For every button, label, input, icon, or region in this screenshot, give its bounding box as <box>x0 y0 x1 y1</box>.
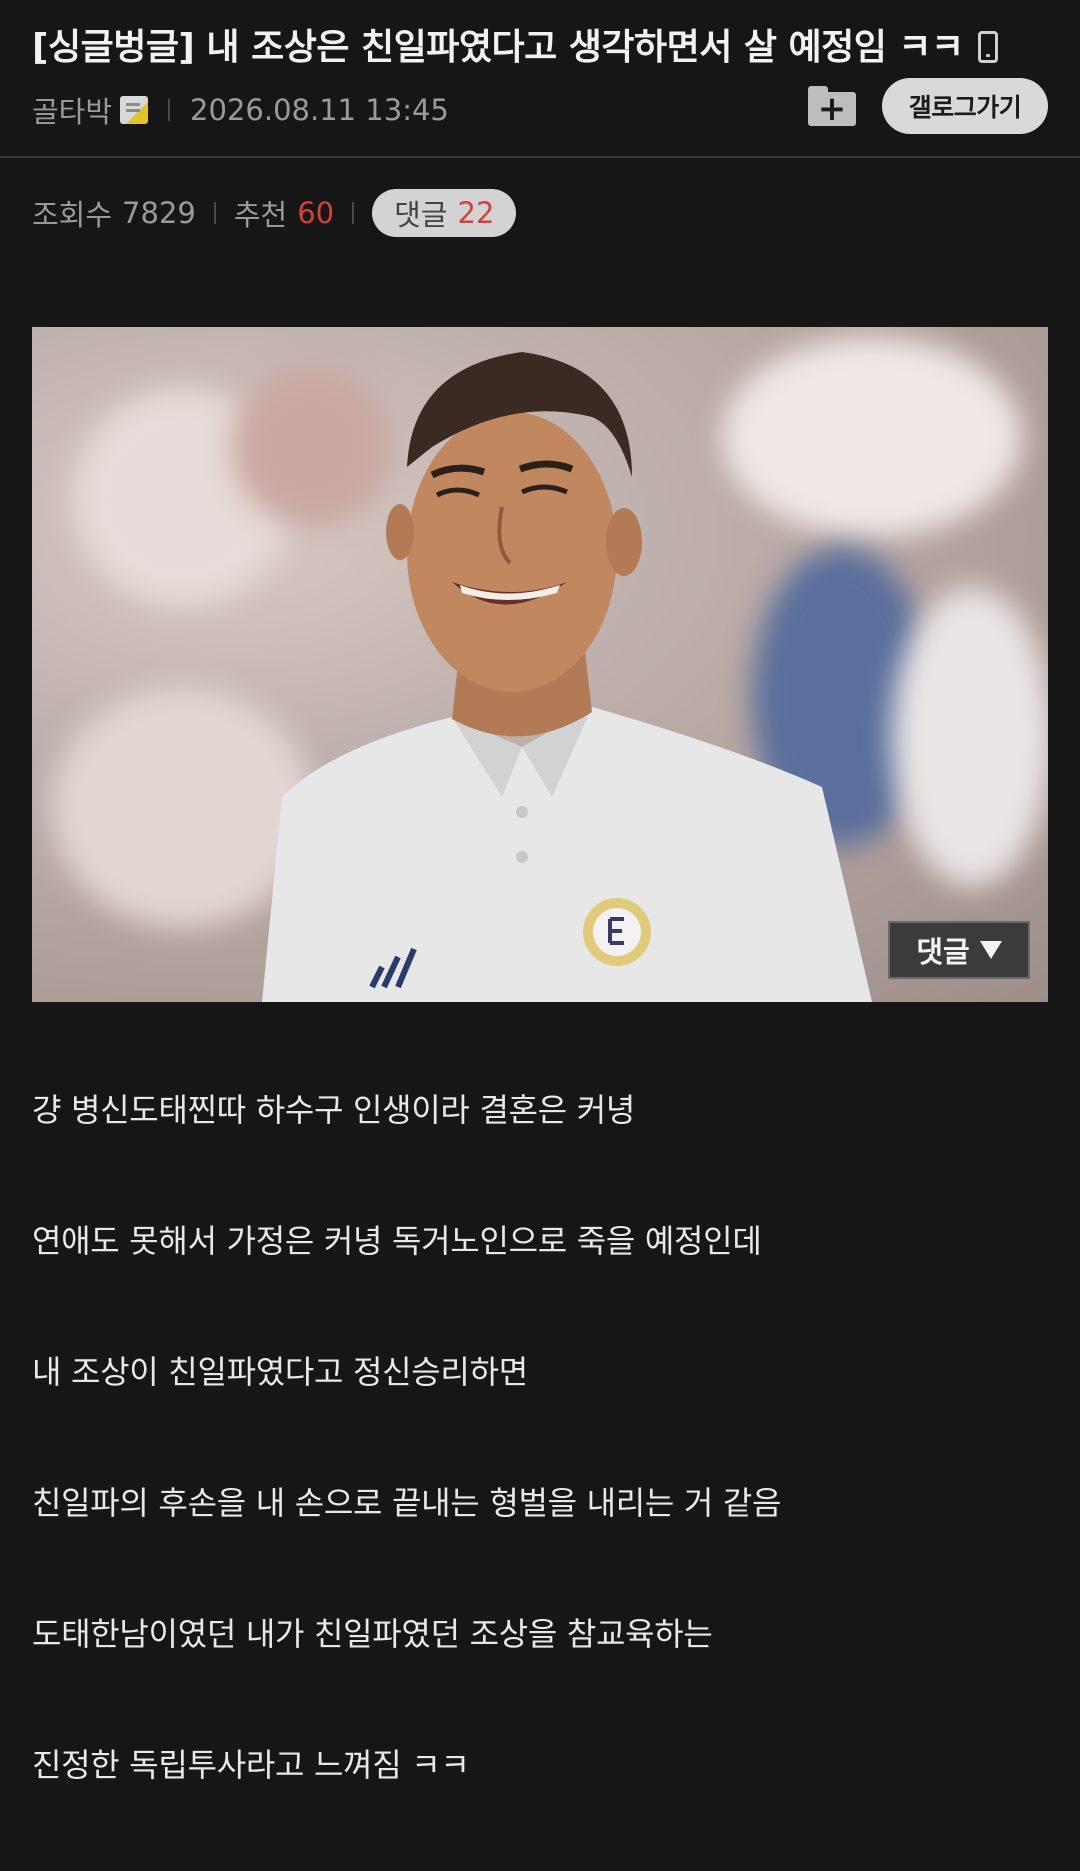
post-page: [싱글벙글] 내 조상은 친일파였다고 생각하면서 살 예정임 ㅋㅋ 골타박 2… <box>0 0 1080 1871</box>
post-image <box>32 327 1048 1002</box>
comments-label: 댓글 <box>394 198 448 232</box>
post-stats: 조회수 7829 추천 60 댓글 22 <box>32 188 517 238</box>
person-illustration <box>262 352 872 1002</box>
post-title: [싱글벙글] 내 조상은 친일파였다고 생각하면서 살 예정임 ㅋㅋ <box>32 22 1032 74</box>
comment-jump-label: 댓글 <box>916 935 970 969</box>
divider <box>168 99 171 121</box>
post-datetime: 2026.08.11 13:45 <box>190 93 449 127</box>
divider <box>352 202 355 224</box>
folder-add-icon[interactable]: + <box>808 86 856 126</box>
content-line: 걍 병신도태찐따 하수구 인생이라 결혼은 커녕 <box>32 1091 636 1129</box>
level-badge-icon <box>120 96 149 124</box>
divider <box>213 202 216 224</box>
content-line: 도태한남이였던 내가 친일파였던 조상을 참교육하는 <box>32 1615 713 1653</box>
comments-button[interactable]: 댓글 22 <box>372 189 517 237</box>
content-line: 연애도 못해서 가정은 커녕 독거노인으로 죽을 예정인데 <box>32 1222 762 1260</box>
post-content: 걍 병신도태찐따 하수구 인생이라 결혼은 커녕 연애도 못해서 가정은 커녕 … <box>32 1082 1048 1868</box>
recommend-label: 추천 <box>233 198 288 232</box>
folder-body: + <box>808 92 856 126</box>
comments-count: 22 <box>457 196 495 230</box>
views-label: 조회수 <box>32 198 113 232</box>
post-meta: 골타박 2026.08.11 13:45 <box>32 88 449 132</box>
recommend-count: 60 <box>297 196 335 230</box>
gallog-button[interactable]: 갤로그가기 <box>882 78 1048 134</box>
views-count: 7829 <box>122 196 196 230</box>
content-line: 친일파의 후손을 내 손으로 끝내는 형벌을 내리는 거 같음 <box>32 1484 782 1522</box>
content-line: 진정한 독립투사라고 느껴짐 ㅋㅋ <box>32 1746 470 1784</box>
post-title-text: [싱글벙글] 내 조상은 친일파였다고 생각하면서 살 예정임 ㅋㅋ <box>32 27 964 68</box>
author-name[interactable]: 골타박 <box>32 89 112 131</box>
content-line: 내 조상이 친일파였다고 정신승리하면 <box>32 1353 528 1391</box>
post-header: [싱글벙글] 내 조상은 친일파였다고 생각하면서 살 예정임 ㅋㅋ 골타박 2… <box>0 0 1080 158</box>
mobile-phone-icon <box>977 31 998 63</box>
chevron-down-icon <box>979 941 1002 959</box>
comment-jump-button[interactable]: 댓글 <box>888 921 1030 979</box>
